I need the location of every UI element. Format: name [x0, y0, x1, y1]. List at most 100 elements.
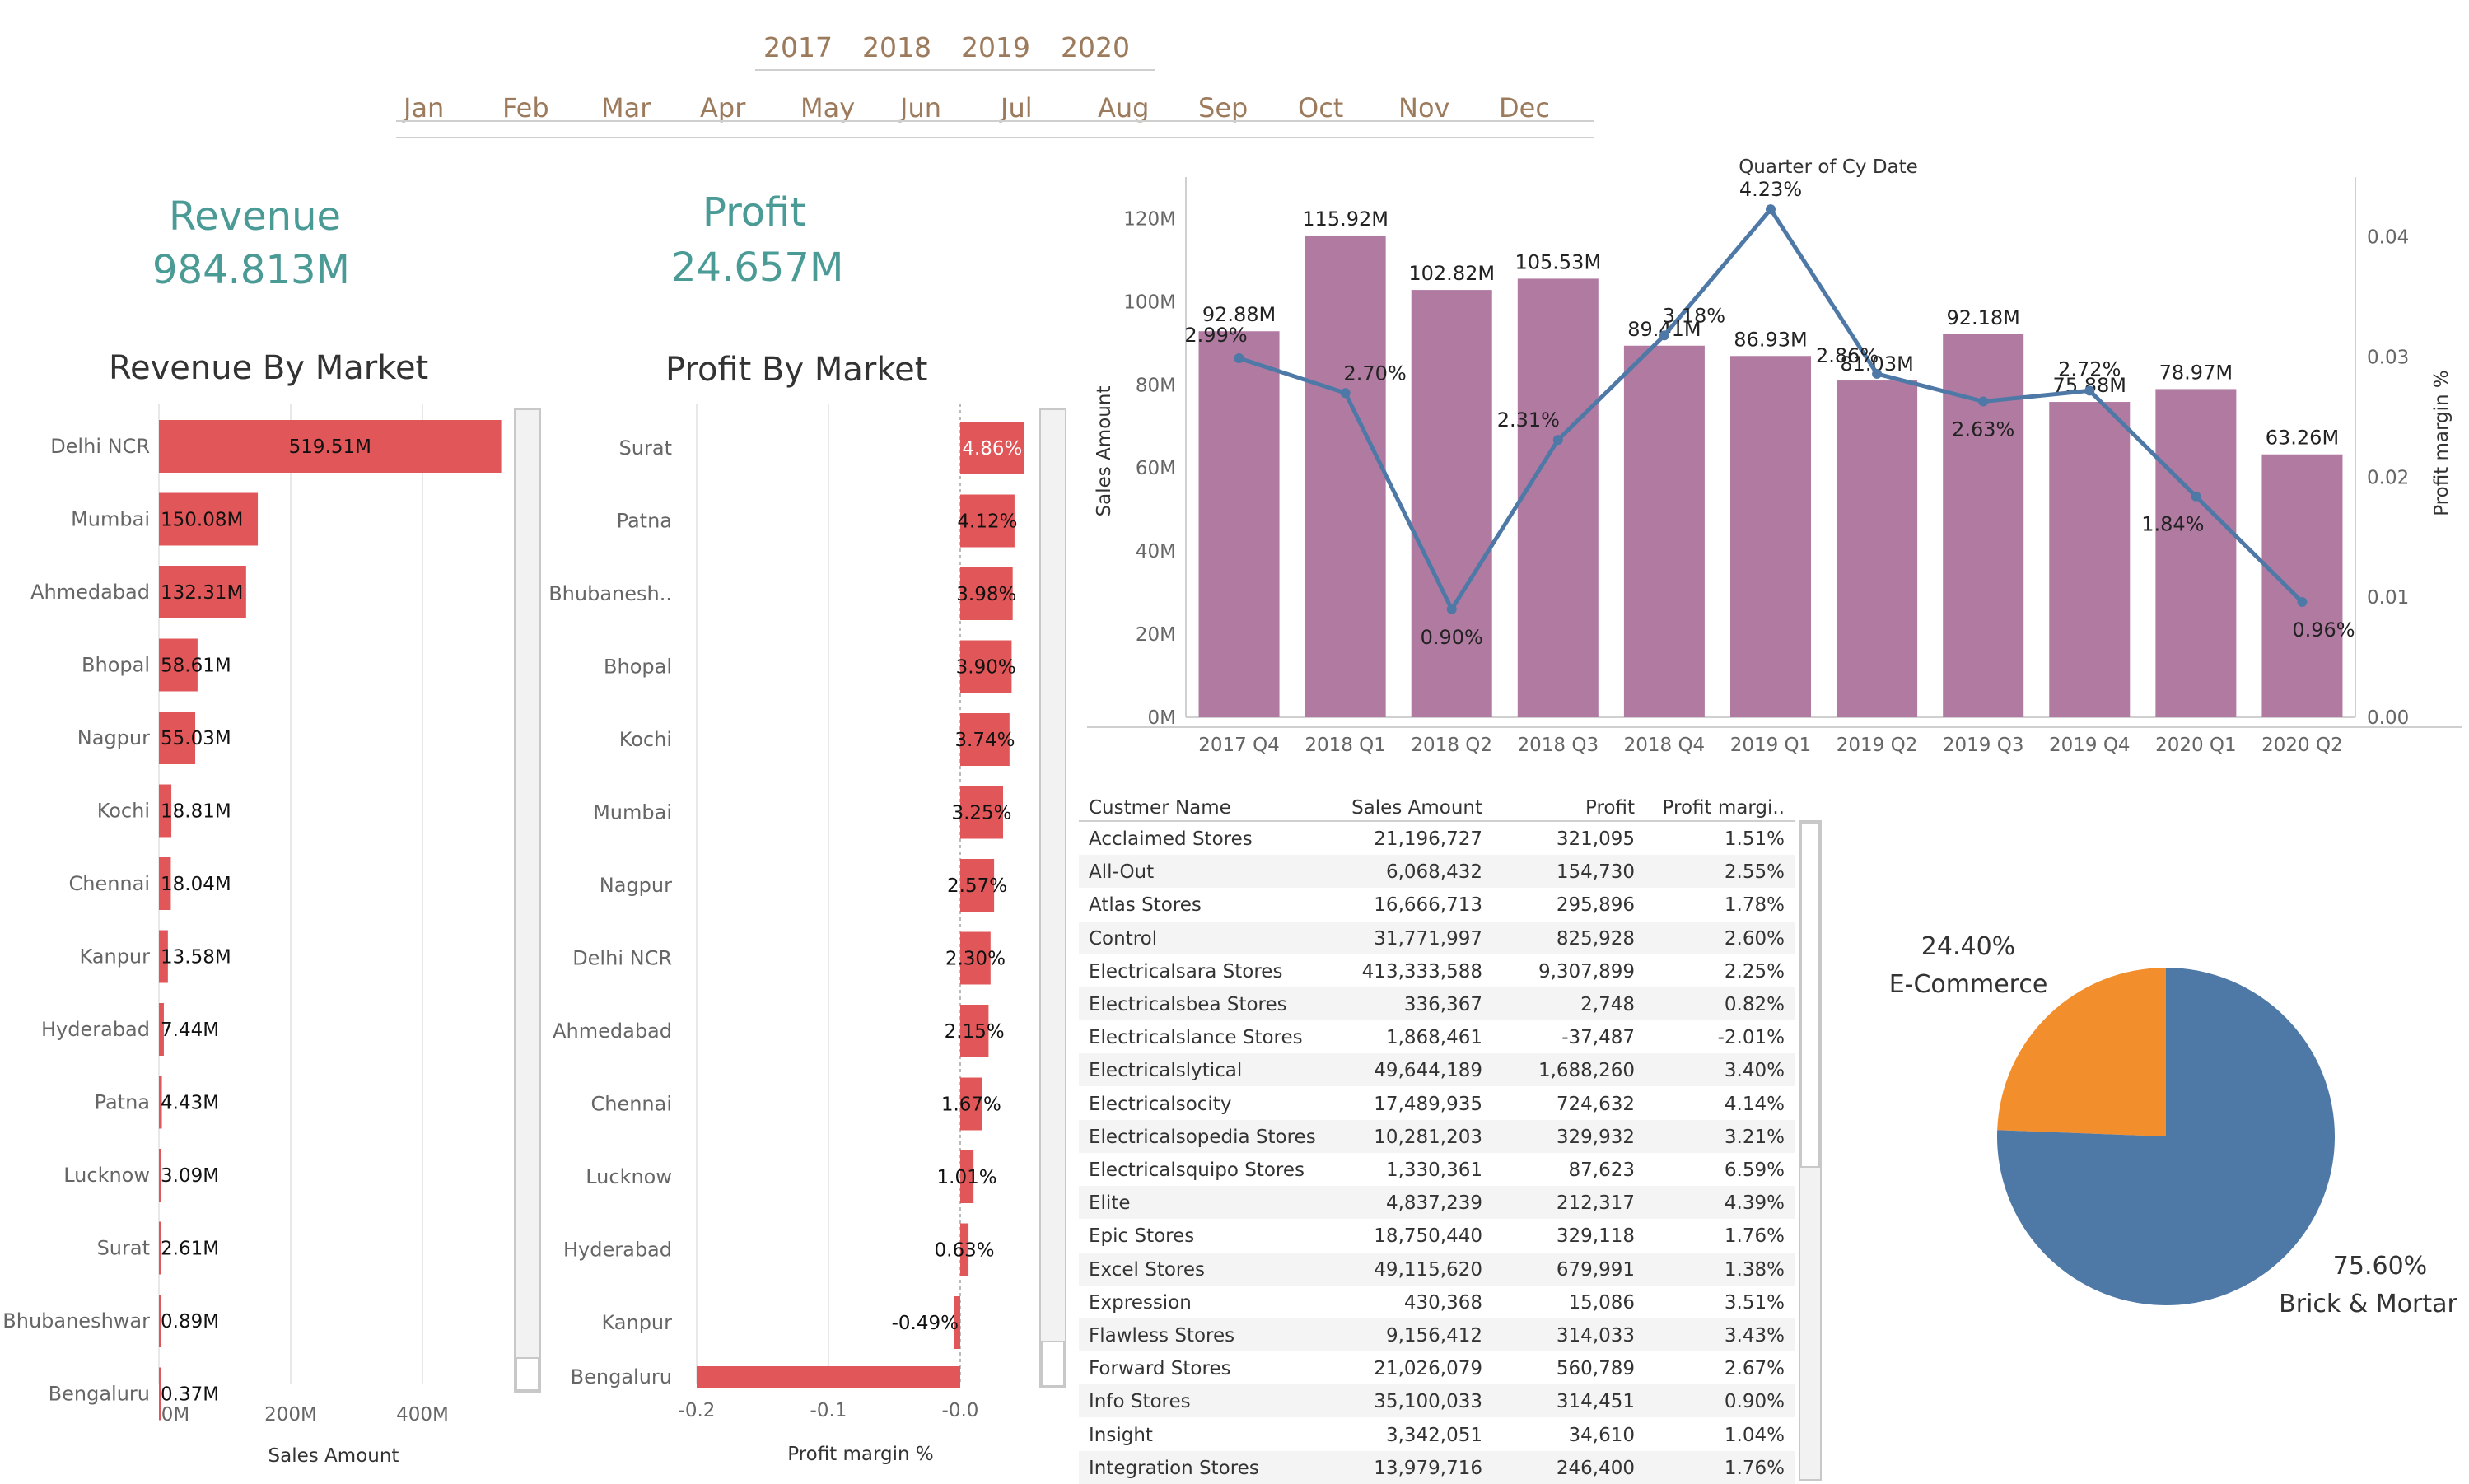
table-cell-profit-margi: 3.40%	[1724, 1060, 1785, 1082]
table-cell-profit-margi: 4.14%	[1724, 1093, 1785, 1115]
table-cell-custmer-name: Atlas Stores	[1089, 894, 1202, 917]
table-cell-profit: 1,688,260	[1538, 1060, 1635, 1082]
table-header-custmer-name[interactable]: Custmer Name	[1089, 797, 1231, 819]
profit-category-label: Bhopal	[604, 656, 672, 679]
quarterly-x-tick: 2020 Q2	[2261, 735, 2343, 756]
month-filter-divider-bottom	[396, 137, 1594, 138]
revenue-category-label: Delhi NCR	[50, 435, 150, 458]
month-option-apr[interactable]: Apr	[700, 92, 745, 124]
profit-category-label: Nagpur	[600, 874, 672, 897]
profit-margin-point	[1552, 435, 1563, 446]
year-option-2018[interactable]: 2018	[862, 31, 931, 63]
table-cell-profit: 154,730	[1556, 861, 1635, 884]
profit-kpi-label: Profit	[702, 189, 806, 236]
profit-category-label: Mumbai	[593, 801, 672, 824]
month-option-jul[interactable]: Jul	[1001, 92, 1033, 124]
table-cell-profit: 295,896	[1556, 894, 1635, 917]
profit-margin-point	[2191, 491, 2201, 502]
month-option-jan[interactable]: Jan	[404, 92, 444, 124]
table-cell-custmer-name: Electricalslytical	[1089, 1060, 1243, 1082]
table-cell-sales-amount: 21,196,727	[1374, 828, 1482, 850]
profit-margin-label: 0.90%	[1421, 626, 1483, 649]
customer-table-scrollbar[interactable]	[1799, 820, 1822, 1481]
month-option-oct[interactable]: Oct	[1298, 92, 1343, 124]
month-option-jun[interactable]: Jun	[900, 92, 941, 124]
table-cell-sales-amount: 10,281,203	[1374, 1126, 1482, 1148]
table-cell-profit-margi: 1.76%	[1724, 1225, 1785, 1248]
table-cell-custmer-name: Info Stores	[1089, 1391, 1191, 1413]
month-option-mar[interactable]: Mar	[601, 92, 651, 124]
table-cell-custmer-name: Electricalsopedia Stores	[1089, 1126, 1316, 1148]
quarterly-bar-2018-q1	[1305, 235, 1386, 717]
table-cell-profit-margi: 3.21%	[1724, 1126, 1785, 1148]
profit-category-label: Ahmedabad	[553, 1020, 672, 1043]
profit-category-label: Kochi	[619, 728, 672, 751]
table-cell-profit: 314,451	[1556, 1391, 1635, 1413]
month-option-feb[interactable]: Feb	[502, 92, 549, 124]
table-cell-profit: -37,487	[1561, 1027, 1635, 1049]
profit-margin-point	[1766, 204, 1776, 215]
table-cell-profit: 560,789	[1556, 1358, 1635, 1380]
profit-data-label: 2.15%	[945, 1021, 1005, 1043]
profit-x-tick: -0.0	[942, 1400, 979, 1421]
profit-category-label: Kanpur	[601, 1311, 672, 1334]
quarterly-bar-2019-q3	[1943, 334, 2024, 717]
profit-margin-point	[1872, 368, 1883, 379]
revenue-category-label: Surat	[97, 1237, 150, 1260]
profit-data-label: 2.57%	[947, 875, 1007, 897]
quarterly-y-tick: 100M	[1123, 292, 1176, 313]
quarterly-bar-2018-q3	[1517, 278, 1599, 717]
profit-data-label: 3.90%	[956, 657, 1016, 679]
profit-chart-scrollbar[interactable]	[1039, 408, 1066, 1388]
revenue-category-label: Lucknow	[63, 1164, 150, 1187]
profit-category-label: Hyderabad	[563, 1239, 672, 1262]
year-option-2017[interactable]: 2017	[763, 31, 833, 63]
revenue-category-label: Bengaluru	[49, 1383, 150, 1406]
year-option-2020[interactable]: 2020	[1061, 31, 1130, 63]
table-header-profit[interactable]: Profit	[1585, 797, 1635, 819]
customer-table-scroll-thumb[interactable]	[1800, 822, 1820, 1168]
revenue-category-label: Chennai	[68, 872, 150, 895]
year-option-2019[interactable]: 2019	[961, 31, 1030, 63]
quarterly-bar-label: 115.92M	[1302, 208, 1389, 231]
table-cell-profit-margi: 2.60%	[1724, 927, 1785, 950]
table-header-profit-margi[interactable]: Profit margi..	[1663, 797, 1785, 819]
table-cell-sales-amount: 1,330,361	[1385, 1160, 1482, 1181]
table-cell-custmer-name: Excel Stores	[1089, 1258, 1206, 1281]
table-cell-custmer-name: Expression	[1089, 1291, 1192, 1314]
channel-pie-chart	[1997, 968, 2335, 1305]
month-option-dec[interactable]: Dec	[1499, 92, 1550, 124]
table-header-sales-amount[interactable]: Sales Amount	[1351, 797, 1482, 819]
table-cell-profit: 724,632	[1556, 1093, 1635, 1115]
quarterly-y2-tick: 0.02	[2367, 467, 2409, 488]
profit-by-market-title: Profit By Market	[665, 351, 928, 389]
table-cell-custmer-name: Electricalsbea Stores	[1089, 994, 1287, 1015]
profit-x-axis-title: Profit margin %	[787, 1444, 934, 1465]
profit-data-label: -0.49%	[892, 1313, 959, 1334]
profit-data-label: 3.98%	[956, 584, 1016, 605]
profit-margin-point	[1659, 330, 1669, 341]
quarterly-bar-label: 102.82M	[1408, 262, 1495, 285]
quarterly-x-tick: 2017 Q4	[1198, 735, 1280, 756]
profit-by-market-chart: -0.2 -0.1 -0.0 Surat 4.86% Patna 4.12% Bhubanes…	[548, 404, 1024, 1465]
month-option-nov[interactable]: Nov	[1398, 92, 1449, 124]
quarterly-chart-title: Quarter of Cy Date	[1739, 156, 1918, 178]
quarterly-bar-label: 63.26M	[2266, 427, 2339, 450]
quarterly-x-tick: 2019 Q2	[1837, 735, 1918, 756]
quarterly-y2-axis-title: Profit margin %	[2431, 370, 2453, 516]
pie-label-ecommerce-pct: 24.40%	[1921, 932, 2016, 961]
revenue-category-label: Patna	[95, 1091, 150, 1114]
profit-chart-scroll-thumb[interactable]	[1041, 1341, 1065, 1387]
revenue-data-label: 3.09M	[161, 1165, 219, 1187]
table-cell-sales-amount: 49,644,189	[1374, 1060, 1482, 1082]
month-option-aug[interactable]: Aug	[1098, 92, 1149, 124]
table-cell-profit-margi: 1.04%	[1724, 1424, 1785, 1446]
quarterly-y-tick: 20M	[1136, 624, 1176, 646]
month-option-may[interactable]: May	[800, 92, 855, 124]
revenue-data-label: 4.43M	[161, 1093, 219, 1114]
quarterly-x-tick: 2018 Q1	[1305, 735, 1386, 756]
quarterly-bar-label: 86.93M	[1734, 328, 1807, 351]
table-cell-custmer-name: Forward Stores	[1089, 1358, 1231, 1380]
month-option-sep[interactable]: Sep	[1198, 92, 1248, 124]
revenue-x-tick: 0M	[161, 1404, 189, 1426]
